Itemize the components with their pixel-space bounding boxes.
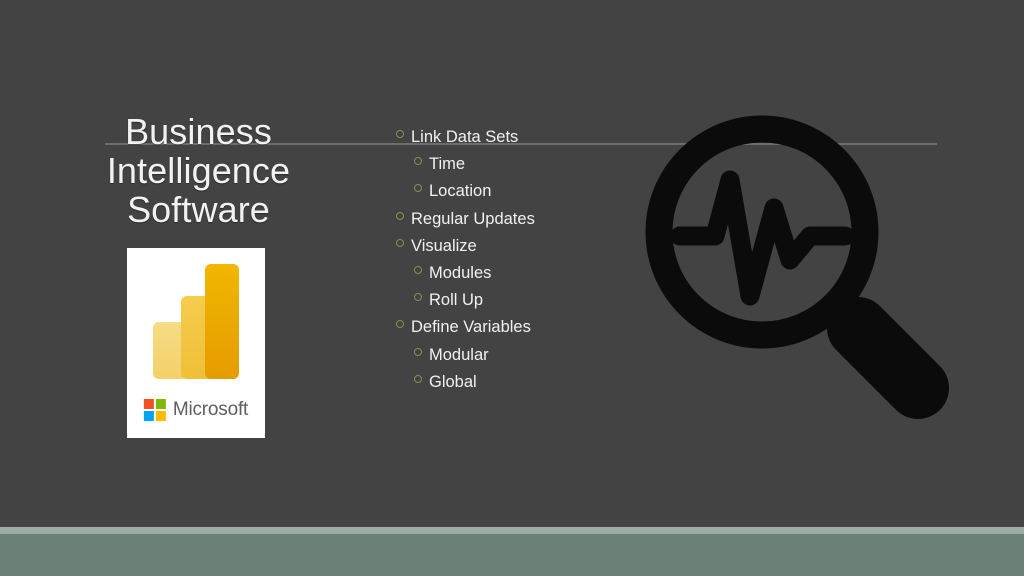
page-title-line-1: Business bbox=[125, 111, 272, 152]
bullet-circle-icon bbox=[396, 238, 404, 247]
microsoft-squares-icon bbox=[143, 399, 166, 421]
pulse-line bbox=[670, 170, 855, 306]
bullet-circle-icon bbox=[396, 130, 404, 138]
bullet-circle-icon bbox=[414, 347, 422, 356]
footer-band bbox=[0, 534, 1024, 576]
bullet-circle-icon bbox=[414, 293, 422, 302]
microsoft-logo: Microsoft bbox=[143, 399, 249, 421]
list-item-label: Global bbox=[429, 372, 477, 391]
magnifier-handle bbox=[827, 297, 949, 419]
bullet-circle-icon bbox=[396, 211, 404, 220]
list-item-label: Regular Updates bbox=[411, 209, 535, 228]
list-item: Modules bbox=[396, 260, 646, 287]
list-item-label: Roll Up bbox=[429, 291, 484, 310]
list-item-label: Time bbox=[429, 155, 466, 174]
magnifier-pulse-icon bbox=[630, 100, 950, 420]
list-item-label: Define Variables bbox=[411, 318, 531, 337]
bullet-circle-icon bbox=[396, 320, 404, 329]
list-item: Regular Updates bbox=[396, 206, 646, 233]
microsoft-square-yellow bbox=[155, 411, 166, 421]
microsoft-square-green bbox=[155, 399, 166, 409]
list-item: Global bbox=[396, 369, 646, 396]
list-item-label: Visualize bbox=[411, 236, 477, 255]
presentation-slide: Business Intelligence Software Microsoft… bbox=[0, 0, 1024, 576]
list-item: Link Data Sets bbox=[396, 124, 646, 151]
bullet-circle-icon bbox=[414, 266, 422, 275]
list-item: Visualize bbox=[396, 233, 646, 260]
bullet-circle-icon bbox=[414, 184, 422, 193]
microsoft-wordmark: Microsoft bbox=[172, 399, 249, 420]
list-item: Define Variables bbox=[396, 314, 646, 341]
page-title-line-3: Software bbox=[127, 189, 270, 230]
page-title: Business Intelligence Software bbox=[86, 112, 311, 229]
list-item: Modular bbox=[396, 342, 646, 369]
list-item: Time bbox=[396, 151, 646, 178]
content-bullet-list: Link Data Sets Time Location Regular Upd… bbox=[396, 124, 646, 396]
power-bi-bars-icon bbox=[153, 264, 239, 379]
list-item-label: Modular bbox=[429, 345, 489, 364]
list-item: Location bbox=[396, 178, 646, 205]
power-bi-logo-card: Microsoft bbox=[127, 248, 265, 438]
page-title-line-2: Intelligence bbox=[106, 150, 291, 191]
power-bi-bar-tall bbox=[205, 264, 239, 379]
footer-accent-strip bbox=[0, 527, 1024, 534]
bullet-circle-icon bbox=[414, 157, 422, 166]
list-item-label: Modules bbox=[429, 264, 492, 283]
microsoft-square-red bbox=[143, 399, 154, 409]
bullet-circle-icon bbox=[414, 374, 422, 383]
list-item-label: Location bbox=[429, 182, 492, 201]
microsoft-square-blue bbox=[143, 411, 154, 421]
list-item-label: Link Data Sets bbox=[411, 128, 519, 146]
list-item: Roll Up bbox=[396, 287, 646, 314]
